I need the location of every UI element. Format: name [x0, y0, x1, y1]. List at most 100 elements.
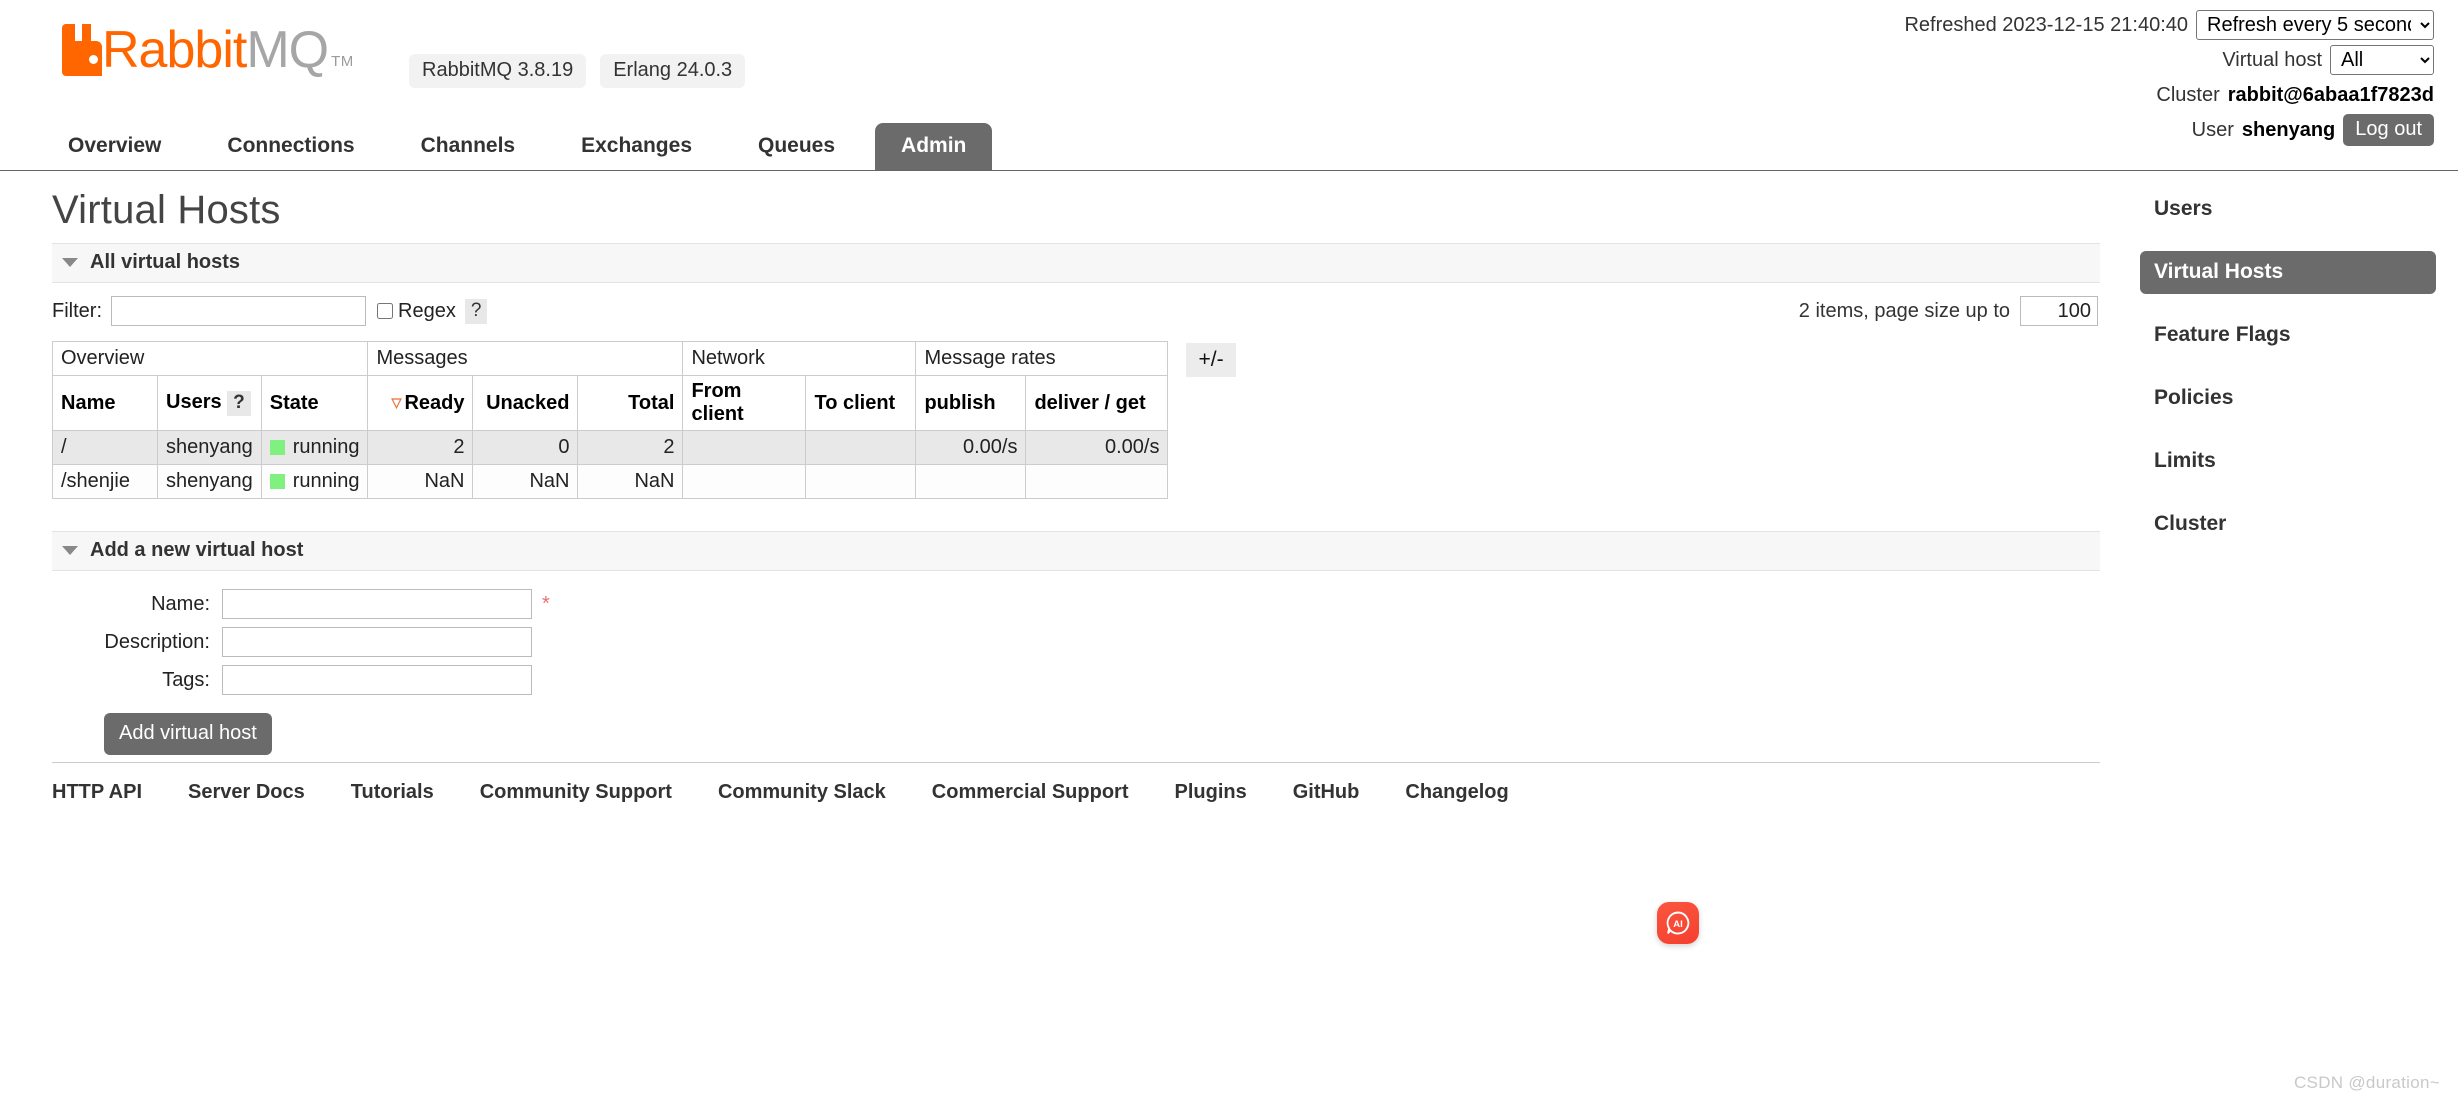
column-header-state[interactable]: State: [260, 375, 369, 431]
sidebar-item-policies[interactable]: Policies: [2140, 377, 2436, 420]
column-header-users[interactable]: Users ?: [157, 375, 262, 431]
page-size-input[interactable]: [2020, 296, 2098, 326]
footer-link-http-api[interactable]: HTTP API: [52, 781, 142, 804]
description-input[interactable]: [222, 627, 532, 657]
column-header-users-label: Users: [166, 390, 222, 413]
footer-link-changelog[interactable]: Changelog: [1405, 781, 1508, 804]
column-header-name[interactable]: Name: [52, 375, 158, 431]
table-row[interactable]: / shenyang running 2 0 2 0.00/s 0.00/s: [52, 430, 1169, 465]
cell-unacked: 0: [472, 430, 579, 465]
footer-link-github[interactable]: GitHub: [1293, 781, 1360, 804]
tab-admin[interactable]: Admin: [875, 123, 993, 170]
cell-name[interactable]: /shenjie: [52, 464, 158, 499]
sidebar-item-cluster[interactable]: Cluster: [2140, 503, 2436, 546]
svg-text:AI: AI: [1673, 919, 1683, 930]
refresh-interval-select[interactable]: Refresh every 5 seconds: [2196, 10, 2434, 40]
description-label: Description:: [104, 630, 210, 653]
add-vhost-section-header[interactable]: Add a new virtual host: [52, 531, 2100, 571]
regex-label: Regex: [398, 299, 456, 322]
footer-link-community-support[interactable]: Community Support: [480, 781, 672, 804]
cell-ready: NaN: [367, 464, 474, 499]
column-header-total[interactable]: Total: [577, 375, 684, 431]
footer-link-community-slack[interactable]: Community Slack: [718, 781, 886, 804]
filter-label: Filter:: [52, 299, 102, 322]
cell-name[interactable]: /: [52, 430, 158, 465]
vhost-select[interactable]: All: [2330, 45, 2434, 75]
admin-sidebar: Users Virtual Hosts Feature Flags Polici…: [2140, 188, 2436, 566]
filter-row: Filter: Regex ? 2 items, page size up to: [52, 283, 2100, 341]
cell-total: 2: [577, 430, 684, 465]
group-header-overview: Overview: [51, 341, 369, 376]
group-header-messages: Messages: [367, 341, 684, 376]
rabbitmq-logo[interactable]: Rabbit MQ TM: [62, 24, 354, 76]
add-vhost-heading: Add a new virtual host: [90, 539, 304, 561]
sidebar-item-virtual-hosts[interactable]: Virtual Hosts: [2140, 251, 2436, 294]
rabbitmq-version-badge: RabbitMQ 3.8.19: [409, 54, 587, 88]
cell-to-client: [805, 464, 917, 499]
column-header-unacked[interactable]: Unacked: [472, 375, 579, 431]
cell-deliver-get: 0.00/s: [1025, 430, 1169, 465]
filter-input[interactable]: [111, 296, 366, 326]
sidebar-item-feature-flags[interactable]: Feature Flags: [2140, 314, 2436, 357]
regex-help-icon[interactable]: ?: [464, 298, 488, 324]
tags-input[interactable]: [222, 665, 532, 695]
tags-label: Tags:: [162, 668, 210, 691]
state-running-icon: [269, 474, 285, 489]
footer-link-server-docs[interactable]: Server Docs: [188, 781, 305, 804]
column-header-deliver-get[interactable]: deliver / get: [1025, 375, 1169, 431]
sidebar-item-limits[interactable]: Limits: [2140, 440, 2436, 483]
column-header-ready[interactable]: ▽ Ready: [367, 375, 474, 431]
cell-users: shenyang: [157, 430, 262, 465]
footer-link-commercial-support[interactable]: Commercial Support: [932, 781, 1129, 804]
table-row[interactable]: /shenjie shenyang running NaN NaN NaN: [52, 464, 1169, 499]
main-content: Virtual Hosts All virtual hosts Filter: …: [51, 188, 2100, 755]
footer-link-plugins[interactable]: Plugins: [1174, 781, 1246, 804]
footer-links: HTTP API Server Docs Tutorials Community…: [52, 762, 2100, 804]
add-vhost-form: Name: * Description: Tags:: [52, 589, 550, 703]
cluster-label: Cluster: [2156, 83, 2220, 106]
column-header-from-client[interactable]: From client: [682, 375, 807, 431]
group-header-message-rates: Message rates: [915, 341, 1169, 376]
all-vhosts-heading: All virtual hosts: [90, 251, 241, 273]
name-input[interactable]: [222, 589, 532, 619]
sidebar-item-users[interactable]: Users: [2140, 188, 2436, 231]
cell-ready: 2: [367, 430, 474, 465]
page-title: Virtual Hosts: [52, 188, 281, 232]
tab-connections[interactable]: Connections: [201, 123, 380, 170]
refresh-row: Refreshed 2023-12-15 21:40:40 Refresh ev…: [1904, 10, 2434, 40]
cell-total: NaN: [577, 464, 684, 499]
vhosts-table: Overview Messages Network Message rates …: [51, 341, 1169, 499]
users-help-icon[interactable]: ?: [227, 390, 251, 416]
cell-state-label: running: [292, 470, 360, 492]
column-header-to-client[interactable]: To client: [805, 375, 917, 431]
form-row-name: Name: *: [52, 589, 550, 627]
vhost-select-label: Virtual host: [2222, 48, 2322, 71]
all-vhosts-section-header[interactable]: All virtual hosts: [52, 243, 2100, 283]
collapse-triangle-icon[interactable]: [62, 546, 78, 555]
version-badges: RabbitMQ 3.8.19 Erlang 24.0.3: [409, 54, 746, 88]
column-header-publish[interactable]: publish: [915, 375, 1027, 431]
column-header-ready-label: Ready: [404, 391, 465, 414]
cell-from-client: [682, 430, 807, 465]
add-vhost-section: Add a new virtual host Name: * Descripti…: [52, 531, 2100, 755]
tab-overview[interactable]: Overview: [42, 123, 187, 170]
erlang-version-badge: Erlang 24.0.3: [600, 54, 746, 88]
regex-checkbox[interactable]: [377, 303, 393, 319]
footer-link-tutorials[interactable]: Tutorials: [351, 781, 434, 804]
cell-to-client: [805, 430, 917, 465]
cell-users: shenyang: [157, 464, 262, 499]
collapse-triangle-icon[interactable]: [62, 258, 78, 267]
vhost-row: Virtual host All: [1904, 45, 2434, 75]
cell-from-client: [682, 464, 807, 499]
add-virtual-host-button[interactable]: Add virtual host: [104, 713, 272, 755]
refreshed-timestamp: Refreshed 2023-12-15 21:40:40: [1904, 13, 2188, 36]
tab-channels[interactable]: Channels: [395, 123, 542, 170]
cell-state: running: [260, 430, 369, 465]
toggle-columns-button[interactable]: +/-: [1186, 343, 1236, 378]
main-navigation: Overview Connections Channels Exchanges …: [0, 113, 2458, 171]
cell-state: running: [260, 464, 369, 499]
tab-exchanges[interactable]: Exchanges: [555, 123, 718, 170]
cell-publish: 0.00/s: [915, 430, 1027, 465]
tab-queues[interactable]: Queues: [732, 123, 861, 170]
ai-assistant-badge[interactable]: AI: [1657, 902, 1699, 944]
